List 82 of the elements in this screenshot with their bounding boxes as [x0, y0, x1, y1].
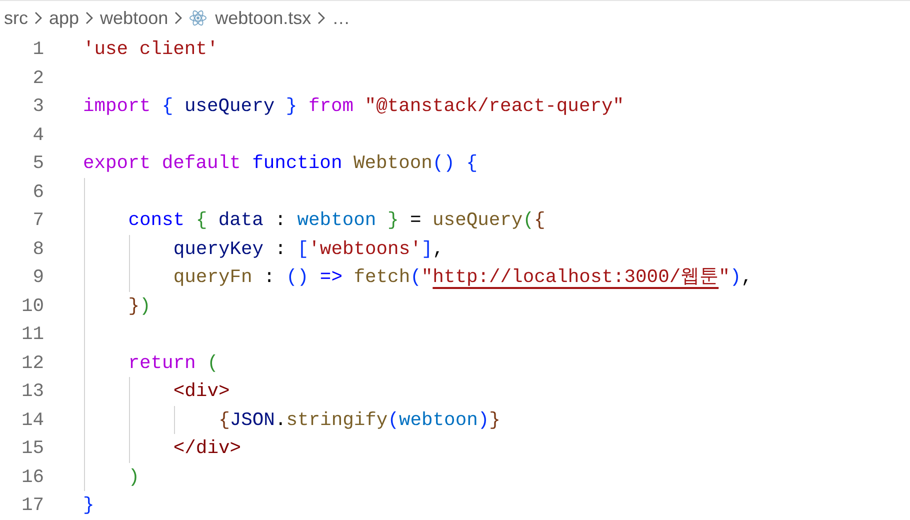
code-punctuation: :: [262, 265, 276, 290]
bracket: }: [128, 294, 140, 318]
function-name: Webtoon: [354, 151, 432, 176]
code-punctuation: ,: [432, 236, 444, 262]
line-number: 17: [20, 493, 44, 518]
identifier: queryKey: [173, 236, 264, 262]
bracket: ]: [421, 236, 433, 262]
jsx-tag: <div>: [173, 377, 230, 406]
bracket: {: [218, 408, 230, 432]
line-number: 2: [32, 66, 44, 90]
line-number: 5: [32, 151, 44, 176]
bracket: }: [387, 208, 399, 233]
chevron-right-icon: [174, 11, 184, 25]
string-literal: 'use client': [83, 37, 218, 62]
bracket: (: [207, 350, 218, 376]
chevron-right-icon: [317, 11, 326, 25]
code-punctuation: :: [274, 236, 288, 262]
bracket: {: [196, 208, 208, 233]
bracket: ): [128, 464, 140, 490]
keyword: const: [128, 208, 186, 233]
keyword: =>: [320, 265, 344, 290]
function-name: stringify: [286, 408, 388, 432]
line-number: 14: [20, 408, 44, 432]
line-number: 1: [32, 37, 44, 62]
breadcrumb-more[interactable]: …: [332, 4, 350, 32]
code-punctuation: :: [274, 208, 287, 233]
chevron-right-icon: [34, 11, 43, 25]
keyword: from: [308, 94, 355, 119]
function-name: useQuery: [432, 208, 523, 233]
atom-icon: [189, 10, 208, 26]
bracket: [: [297, 236, 309, 262]
line-number: 9: [32, 265, 44, 290]
keyword: export default: [83, 151, 242, 176]
keyword: function: [252, 151, 344, 176]
code-punctuation: ,: [741, 265, 752, 290]
chevron-right-icon: [85, 11, 94, 25]
line-number: 16: [20, 464, 44, 490]
identifier: useQuery: [184, 94, 276, 119]
identifier: data: [218, 208, 264, 233]
bracket: {: [466, 151, 478, 176]
bracket: ): [139, 294, 151, 318]
bracket: ): [478, 408, 490, 432]
variable-name: webtoon: [398, 408, 478, 432]
line-number: 8: [32, 236, 44, 262]
bracket: (: [410, 265, 422, 290]
bracket: (: [388, 408, 399, 432]
breadcrumb-item[interactable]: app: [49, 4, 80, 32]
bracket: }: [489, 408, 500, 432]
line-number: 6: [32, 180, 44, 204]
keyword: return: [128, 350, 197, 376]
bracket: {: [162, 94, 174, 119]
code-punctuation: .: [274, 408, 286, 432]
line-number: 3: [32, 94, 44, 119]
bracket: (): [432, 151, 456, 176]
jsx-tag: </div>: [173, 434, 242, 462]
string-literal: ": [421, 265, 433, 290]
variable-name: webtoon: [297, 208, 378, 233]
bracket: (): [286, 265, 310, 290]
keyword: import: [83, 94, 152, 119]
line-number: 10: [20, 294, 44, 318]
line-number: 7: [32, 208, 44, 233]
breadcrumb-item[interactable]: src: [4, 4, 28, 32]
bracket: {: [534, 208, 546, 233]
bracket: }: [286, 94, 298, 119]
line-number: 11: [20, 322, 44, 347]
bracket: }: [83, 493, 94, 518]
line-number: 13: [20, 379, 44, 404]
string-literal: ": [718, 265, 730, 290]
line-number: 4: [32, 122, 44, 148]
breadcrumb-item[interactable]: webtoon.tsx: [215, 4, 312, 32]
function-name: queryFn: [173, 265, 252, 290]
bracket: ): [730, 265, 742, 290]
string-literal: http://localhost:3000/웹툰: [432, 265, 719, 290]
breadcrumb-item[interactable]: webtoon: [100, 4, 168, 32]
bracket: (: [522, 208, 534, 233]
string-literal: "@tanstack/react-query": [364, 94, 624, 119]
code-punctuation: =: [408, 208, 422, 233]
function-name: fetch: [354, 265, 410, 290]
line-number: 15: [20, 436, 44, 461]
string-literal: 'webtoons': [308, 236, 422, 262]
line-number: 12: [20, 350, 44, 376]
identifier: JSON: [230, 408, 275, 432]
